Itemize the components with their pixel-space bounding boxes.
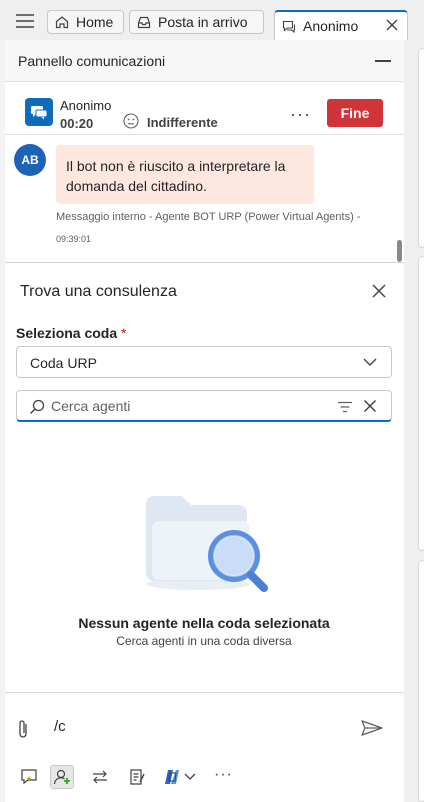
empty-folder-search-illustration	[138, 490, 278, 600]
tab-inbox[interactable]: Posta in arrivo	[129, 10, 264, 34]
end-conversation-button[interactable]: Fine	[327, 99, 383, 127]
panel-title: Pannello comunicazioni	[18, 53, 166, 69]
side-card	[418, 560, 424, 802]
tab-label: Home	[76, 14, 114, 30]
chevron-down-icon	[184, 773, 196, 780]
conversation-timer: 00:20	[60, 116, 94, 131]
minimize-icon[interactable]	[375, 60, 391, 62]
tab-anonimo[interactable]: Anonimo	[274, 10, 408, 40]
empty-state-title: Nessun agente nella coda selezionata	[78, 615, 330, 631]
side-card	[418, 256, 424, 551]
home-icon	[55, 16, 69, 29]
message-meta: Messaggio interno - Agente BOT URP (Powe…	[56, 211, 361, 223]
notes-icon[interactable]	[125, 765, 149, 789]
more-options-icon[interactable]: ···	[290, 104, 311, 125]
scrollbar-thumb[interactable]	[397, 240, 402, 262]
transfer-icon[interactable]	[88, 765, 112, 789]
compose-input[interactable]: /c	[54, 718, 66, 735]
neutral-face-icon	[123, 113, 139, 129]
queue-dropdown-value: Coda URP	[30, 355, 97, 371]
side-card	[418, 48, 424, 248]
tab-home[interactable]: Home	[47, 10, 124, 34]
divider	[5, 692, 404, 693]
quick-replies-icon[interactable]	[17, 765, 41, 789]
sentiment-label: Indifferente	[147, 115, 218, 130]
chevron-down-icon	[363, 358, 377, 366]
consult-panel-title: Trova una consulenza	[20, 283, 177, 300]
filter-icon[interactable]	[337, 401, 353, 413]
message-timestamp: 09:39:01	[56, 234, 92, 244]
tab-label: Posta in arrivo	[158, 14, 248, 30]
agent-search-box[interactable]	[16, 390, 392, 422]
attach-icon[interactable]	[16, 718, 30, 740]
more-actions-icon[interactable]: ···	[214, 766, 233, 784]
divider	[5, 134, 404, 135]
conversation-channel-icon	[25, 98, 53, 126]
queue-label-text: Seleziona coda	[16, 325, 118, 341]
divider	[5, 262, 404, 263]
copilot-dropdown-button[interactable]	[158, 765, 200, 789]
hamburger-menu-icon[interactable]	[14, 12, 36, 30]
internal-message-bubble: Il bot non è riuscito a interpretare la …	[56, 145, 314, 204]
search-icon	[30, 399, 45, 414]
required-mark: *	[121, 325, 127, 341]
tab-label: Anonimo	[303, 18, 359, 34]
chat-icon	[282, 20, 296, 34]
copilot-icon	[165, 770, 179, 784]
avatar: AB	[14, 144, 46, 176]
close-tab-icon[interactable]	[385, 18, 399, 32]
queue-dropdown[interactable]: Coda URP	[16, 346, 392, 378]
search-input[interactable]	[51, 396, 321, 416]
empty-state-subtitle: Cerca agenti in una coda diversa	[116, 634, 292, 648]
customer-name: Anonimo	[60, 98, 112, 113]
inbox-icon	[137, 16, 151, 29]
clear-icon[interactable]	[363, 399, 377, 413]
consult-icon[interactable]	[50, 765, 74, 789]
close-icon[interactable]	[371, 283, 387, 299]
send-icon[interactable]	[360, 719, 384, 737]
queue-label: Seleziona coda *	[16, 325, 127, 341]
